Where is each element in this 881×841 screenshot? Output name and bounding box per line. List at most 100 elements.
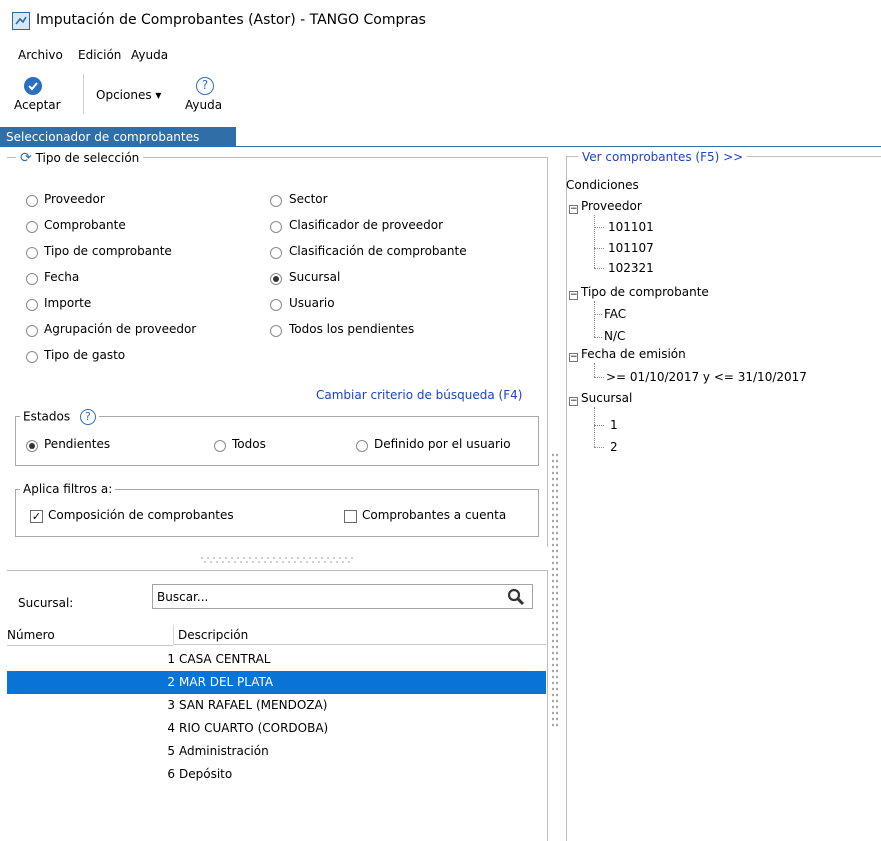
- radio-label-clasificacion-comprobante: Clasificación de comprobante: [289, 244, 467, 258]
- tree-line: [594, 314, 602, 315]
- cell-descripcion: Administración: [179, 744, 269, 758]
- cell-numero: 2: [167, 675, 175, 689]
- conditions-title: Condiciones: [566, 178, 639, 192]
- cell-descripcion: MAR DEL PLATA: [179, 675, 274, 689]
- tree-line: [594, 268, 604, 269]
- table-row[interactable]: 5 Administración: [7, 740, 546, 763]
- radio-label-importe: Importe: [44, 296, 92, 310]
- accept-button[interactable]: Aceptar: [14, 98, 61, 112]
- cell-descripcion: RIO CUARTO (CORDOBA): [179, 721, 329, 735]
- table-row[interactable]: 4 RIO CUARTO (CORDOBA): [7, 717, 546, 740]
- table-row[interactable]: 6 Depósito: [7, 763, 546, 786]
- radio-usuario[interactable]: [270, 299, 282, 311]
- checkbox-a-cuenta[interactable]: [344, 510, 357, 523]
- radio-tipo-comprobante[interactable]: [26, 247, 38, 259]
- tree-leaf[interactable]: 102321: [608, 261, 654, 275]
- menu-edicion[interactable]: Edición: [78, 48, 121, 62]
- radio-label-todos-pendientes: Todos los pendientes: [289, 322, 415, 336]
- checkbox-label-a-cuenta: Comprobantes a cuenta: [362, 508, 507, 522]
- radio-label-sucursal: Sucursal: [289, 270, 341, 284]
- vertical-splitter[interactable]: [551, 452, 558, 727]
- menu-archivo[interactable]: Archivo: [18, 48, 63, 62]
- tree-line: [594, 407, 595, 447]
- change-criteria-link[interactable]: Cambiar criterio de búsqueda (F4): [316, 388, 522, 402]
- search-input[interactable]: [152, 584, 533, 609]
- tree-node-fecha[interactable]: Fecha de emisión: [581, 347, 686, 361]
- tree-leaf[interactable]: 101107: [608, 241, 654, 255]
- cell-descripcion: Depósito: [179, 767, 233, 781]
- tree-line: [594, 248, 604, 249]
- radio-sector[interactable]: [270, 195, 282, 207]
- sucursal-label: Sucursal:: [18, 596, 74, 610]
- tree-line: [594, 301, 595, 337]
- table-row-selected[interactable]: 2 MAR DEL PLATA: [7, 671, 546, 694]
- tree-leaf[interactable]: >= 01/10/2017 y <= 31/10/2017: [606, 370, 807, 384]
- filtros-legend: Aplica filtros a:: [20, 482, 116, 496]
- horizontal-splitter[interactable]: [198, 553, 358, 563]
- radio-todos[interactable]: [214, 440, 226, 452]
- radio-proveedor[interactable]: [26, 195, 38, 207]
- radio-label-comprobante: Comprobante: [44, 218, 126, 232]
- tree-line: [594, 377, 604, 378]
- radio-todos-pendientes[interactable]: [270, 325, 282, 337]
- cell-numero: 6: [167, 767, 175, 781]
- checkbox-composicion[interactable]: ✓: [30, 510, 43, 523]
- radio-clasificador-proveedor[interactable]: [270, 221, 282, 233]
- options-button[interactable]: Opciones ▾: [96, 88, 161, 102]
- radio-label-tipo-comprobante: Tipo de comprobante: [44, 244, 172, 258]
- tree-leaf[interactable]: 101101: [608, 220, 654, 234]
- tree-node-tipo-comprobante[interactable]: Tipo de comprobante: [581, 285, 709, 299]
- menu-ayuda[interactable]: Ayuda: [131, 48, 168, 62]
- table-row[interactable]: 3 SAN RAFAEL (MENDOZA): [7, 694, 546, 717]
- estados-legend: Estados ?: [20, 409, 99, 425]
- tree-leaf[interactable]: N/C: [604, 329, 625, 343]
- table-row[interactable]: 1 CASA CENTRAL: [7, 648, 546, 671]
- collapse-tipo-icon[interactable]: −: [569, 291, 578, 300]
- radio-agrupacion-proveedor[interactable]: [26, 325, 38, 337]
- view-vouchers-link[interactable]: Ver comprobantes (F5) >>: [578, 150, 748, 164]
- conditions-frame: [566, 156, 881, 841]
- checkbox-label-composicion: Composición de comprobantes: [48, 508, 234, 522]
- radio-sucursal[interactable]: [270, 273, 282, 285]
- column-header-descripcion-label: Descripción: [178, 628, 249, 642]
- toolbar-separator: [83, 74, 84, 114]
- radio-tipo-gasto[interactable]: [26, 351, 38, 363]
- radio-importe[interactable]: [26, 299, 38, 311]
- radio-label-proveedor: Proveedor: [44, 192, 105, 206]
- window-title: Imputación de Comprobantes (Astor) - TAN…: [36, 12, 426, 28]
- radio-definido-usuario[interactable]: [356, 440, 368, 452]
- collapse-fecha-icon[interactable]: −: [569, 353, 578, 362]
- tree-node-proveedor[interactable]: Proveedor: [581, 199, 642, 213]
- tree-line: [594, 363, 595, 377]
- column-header-numero[interactable]: Número: [7, 625, 173, 646]
- tab-seleccionador[interactable]: Seleccionador de comprobantes: [0, 127, 236, 147]
- radio-label-definido-usuario: Definido por el usuario: [374, 437, 511, 451]
- search-icon[interactable]: [506, 587, 526, 607]
- collapse-sucursal-icon[interactable]: −: [569, 397, 578, 406]
- radio-label-fecha: Fecha: [44, 270, 80, 284]
- radio-clasificacion-comprobante[interactable]: [270, 247, 282, 259]
- radio-label-clasificador-proveedor: Clasificador de proveedor: [289, 218, 444, 232]
- estados-help-icon[interactable]: ?: [79, 409, 96, 425]
- tree-node-sucursal[interactable]: Sucursal: [581, 391, 632, 405]
- tree-leaf[interactable]: 1: [610, 418, 618, 432]
- radio-fecha[interactable]: [26, 273, 38, 285]
- tree-line: [594, 337, 602, 338]
- cell-descripcion: SAN RAFAEL (MENDOZA): [179, 698, 328, 712]
- help-button[interactable]: Ayuda: [185, 98, 222, 112]
- refresh-icon[interactable]: ⟳: [20, 150, 32, 166]
- radio-label-tipo-gasto: Tipo de gasto: [44, 348, 126, 362]
- tree-leaf[interactable]: 2: [610, 440, 618, 454]
- help-icon[interactable]: ?: [196, 77, 214, 95]
- tree-line: [594, 215, 595, 268]
- selection-type-title: Tipo de selección: [35, 151, 140, 165]
- radio-pendientes[interactable]: [26, 440, 38, 452]
- accept-check-icon[interactable]: [24, 77, 42, 95]
- collapse-proveedor-icon[interactable]: −: [569, 205, 578, 214]
- tree-leaf[interactable]: FAC: [604, 307, 626, 321]
- column-header-descripcion[interactable]: Descripción: [173, 625, 546, 645]
- column-header-numero-label: Número: [7, 628, 55, 642]
- cell-numero: 3: [167, 698, 175, 712]
- radio-comprobante[interactable]: [26, 221, 38, 233]
- app-icon: [12, 12, 30, 30]
